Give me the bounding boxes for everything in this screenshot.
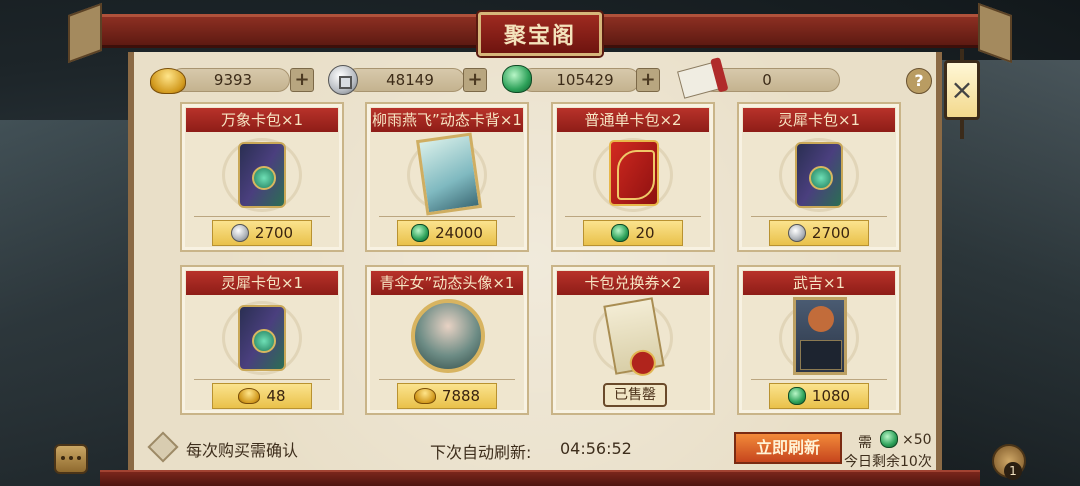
gold-ingot-icon bbox=[413, 388, 436, 404]
price-value: 1080 bbox=[811, 387, 851, 405]
divider bbox=[565, 216, 701, 217]
jade-icon bbox=[787, 387, 806, 405]
shop-item-3[interactable]: 普通单卡包×2 20 bbox=[551, 102, 715, 252]
shop-item-6[interactable]: 青伞女”动态头像×1 7888 bbox=[365, 265, 529, 415]
jade-value: 105429 bbox=[556, 71, 614, 89]
price-button[interactable]: 20 bbox=[583, 220, 683, 246]
silver-coin-icon bbox=[787, 224, 806, 242]
price-button[interactable]: 2700 bbox=[769, 220, 869, 246]
auto-refresh-timer: 04:56:52 bbox=[560, 439, 632, 458]
price-button[interactable]: 7888 bbox=[397, 383, 497, 409]
price-button[interactable]: 48 bbox=[212, 383, 312, 409]
item-title: 灵犀卡包×1 bbox=[186, 271, 338, 295]
divider bbox=[379, 216, 515, 217]
item-title: 普通单卡包×2 bbox=[557, 108, 709, 132]
red-card-pack-icon bbox=[609, 140, 659, 206]
card-pack-icon bbox=[795, 142, 843, 208]
shop-item-1[interactable]: 万象卡包×1 2700 bbox=[180, 102, 344, 252]
shop-item-8[interactable]: 武吉×1 1080 bbox=[737, 265, 901, 415]
silver-coin-icon bbox=[328, 65, 358, 95]
close-icon: × bbox=[950, 73, 974, 106]
card-pack-icon bbox=[238, 142, 286, 208]
sold-out-stamp: 已售罄 bbox=[603, 383, 667, 407]
price-value: 20 bbox=[635, 224, 655, 242]
divider bbox=[751, 216, 887, 217]
refresh-cost-value: ×50 bbox=[902, 432, 932, 448]
shop-item-5[interactable]: 灵犀卡包×1 48 bbox=[180, 265, 344, 415]
price-value: 2700 bbox=[254, 224, 294, 242]
item-title: 万象卡包×1 bbox=[186, 108, 338, 132]
item-title: 柳雨燕飞”动态卡背×1 bbox=[371, 108, 523, 132]
add-gold-button[interactable]: + bbox=[290, 68, 314, 92]
refresh-now-button[interactable]: 立即刷新 bbox=[734, 432, 842, 464]
jade-icon bbox=[502, 65, 532, 93]
scroll-value: 0 bbox=[762, 71, 772, 89]
item-title: 青伞女”动态头像×1 bbox=[371, 271, 523, 295]
page-title: 聚宝阁 bbox=[503, 23, 576, 49]
item-title: 灵犀卡包×1 bbox=[743, 108, 895, 132]
gold-ingot-icon bbox=[238, 388, 261, 404]
silver-coin-icon bbox=[230, 224, 249, 242]
divider bbox=[194, 216, 330, 217]
jade-icon bbox=[411, 224, 430, 242]
item-title: 武吉×1 bbox=[743, 271, 895, 295]
help-button[interactable]: ? bbox=[906, 68, 932, 94]
card-pack-icon bbox=[238, 305, 286, 371]
silver-value: 48149 bbox=[386, 71, 434, 89]
close-button[interactable]: × bbox=[944, 49, 980, 139]
price-button[interactable]: 24000 bbox=[397, 220, 497, 246]
jade-icon bbox=[611, 224, 630, 242]
price-button[interactable]: 1080 bbox=[769, 383, 869, 409]
price-value: 48 bbox=[266, 387, 286, 405]
add-jade-button[interactable]: + bbox=[636, 68, 660, 92]
auto-refresh-label: 下次自动刷新: bbox=[430, 443, 532, 462]
price-button[interactable]: 2700 bbox=[212, 220, 312, 246]
title-plaque: 聚宝阁 bbox=[478, 12, 602, 56]
confirm-label: 每次购买需确认 bbox=[186, 441, 299, 460]
gold-value: 9393 bbox=[213, 71, 253, 89]
hero-card-icon bbox=[793, 297, 847, 375]
divider bbox=[751, 379, 887, 380]
card-back-icon bbox=[415, 132, 483, 216]
price-value: 2700 bbox=[811, 224, 851, 242]
jade-icon bbox=[880, 430, 898, 448]
refresh-remaining-label: 今日剩余10次 bbox=[844, 454, 932, 470]
gold-ingot-icon bbox=[150, 68, 186, 94]
divider bbox=[379, 379, 515, 380]
divider bbox=[194, 379, 330, 380]
bottom-beam bbox=[100, 470, 980, 486]
chat-icon bbox=[61, 456, 65, 460]
shop-item-2[interactable]: 柳雨燕飞”动态卡背×1 24000 bbox=[365, 102, 529, 252]
shop-item-7[interactable]: 卡包兑换券×2 已售罄 bbox=[551, 265, 715, 415]
shop-item-4[interactable]: 灵犀卡包×1 2700 bbox=[737, 102, 901, 252]
chat-button[interactable] bbox=[54, 444, 88, 474]
bag-count-badge: 1 bbox=[1004, 462, 1022, 480]
refresh-cost-label: 需 bbox=[858, 435, 872, 451]
price-value: 24000 bbox=[435, 224, 483, 242]
price-value: 7888 bbox=[441, 387, 481, 405]
avatar-icon bbox=[411, 299, 485, 373]
item-title: 卡包兑换券×2 bbox=[557, 271, 709, 295]
add-silver-button[interactable]: + bbox=[463, 68, 487, 92]
